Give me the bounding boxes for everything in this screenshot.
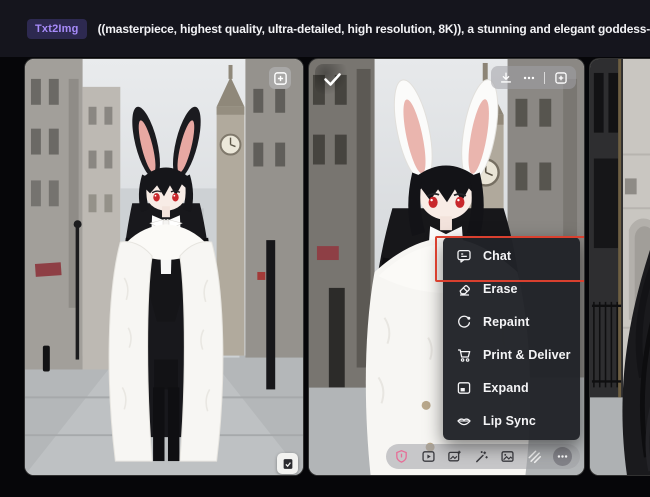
shield-icon bbox=[396, 449, 407, 463]
photo-button[interactable] bbox=[500, 449, 515, 464]
lips-icon bbox=[456, 413, 472, 429]
menu-item-expand[interactable]: Expand bbox=[443, 372, 580, 404]
menu-label: Chat bbox=[483, 249, 512, 263]
pill-divider bbox=[544, 71, 546, 84]
menu-item-chat[interactable]: Chat bbox=[443, 240, 580, 272]
video-icon bbox=[421, 451, 435, 462]
download-icon bbox=[501, 72, 512, 83]
menu-item-print-deliver[interactable]: Print & Deliver bbox=[443, 339, 580, 371]
menu-item-repaint[interactable]: Repaint bbox=[443, 306, 580, 338]
menu-label: Repaint bbox=[483, 315, 530, 329]
add-to-album-icon bbox=[554, 71, 567, 84]
hatch-button[interactable] bbox=[527, 449, 542, 464]
image-3-art bbox=[590, 59, 650, 475]
magic-tools-button[interactable] bbox=[474, 449, 489, 464]
image-1-art bbox=[25, 59, 303, 475]
menu-item-lip-sync[interactable]: Lip Sync bbox=[443, 405, 580, 437]
expand-icon bbox=[456, 380, 472, 396]
context-menu: Chat Erase Repaint Print & Deliver Expan… bbox=[443, 237, 580, 440]
menu-label: Lip Sync bbox=[483, 414, 536, 428]
magic-wand-icon bbox=[475, 451, 488, 463]
eraser-icon bbox=[456, 281, 472, 297]
photo-icon bbox=[501, 451, 514, 462]
more-button[interactable] bbox=[522, 71, 536, 85]
toolbar-more-button[interactable] bbox=[553, 447, 572, 466]
chat-bubble-icon bbox=[456, 248, 472, 264]
app-window: Txt2Img ((masterpiece, highest quality, … bbox=[0, 0, 650, 497]
post-icon bbox=[283, 458, 292, 469]
image-edit-button[interactable] bbox=[447, 449, 462, 464]
image-toolbar bbox=[386, 444, 580, 469]
mode-badge[interactable]: Txt2Img bbox=[27, 18, 87, 39]
check-icon bbox=[323, 72, 341, 86]
download-button[interactable] bbox=[499, 71, 513, 85]
hatch-icon bbox=[528, 450, 541, 464]
image-actions-pill bbox=[491, 66, 576, 89]
menu-label: Print & Deliver bbox=[483, 348, 571, 362]
selected-check[interactable] bbox=[315, 64, 349, 94]
repaint-icon bbox=[456, 314, 472, 330]
add-to-album-icon bbox=[273, 71, 287, 85]
add-to-album-button[interactable] bbox=[554, 71, 568, 85]
generated-image-3[interactable] bbox=[589, 58, 650, 476]
more-icon bbox=[523, 76, 534, 79]
post-button[interactable] bbox=[277, 453, 298, 474]
add-to-album-button[interactable] bbox=[269, 67, 291, 89]
safety-button[interactable] bbox=[394, 449, 409, 464]
image-edit-icon bbox=[448, 450, 461, 462]
more-icon bbox=[557, 455, 568, 458]
generated-image-1[interactable] bbox=[24, 58, 304, 476]
prompt-bar: Txt2Img ((masterpiece, highest quality, … bbox=[0, 0, 650, 57]
generated-image-2[interactable]: Chat Erase Repaint Print & Deliver Expan… bbox=[308, 58, 585, 476]
video-button[interactable] bbox=[421, 449, 436, 464]
menu-item-erase[interactable]: Erase bbox=[443, 273, 580, 305]
menu-label: Expand bbox=[483, 381, 529, 395]
prompt-text: ((masterpiece, highest quality, ultra-de… bbox=[97, 21, 650, 36]
menu-label: Erase bbox=[483, 282, 518, 296]
cart-icon bbox=[456, 347, 472, 363]
